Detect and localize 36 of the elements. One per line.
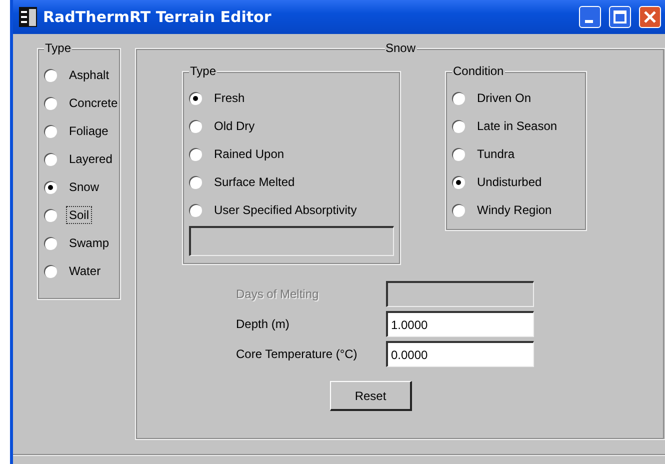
radio-option[interactable]: Asphalt (44, 61, 112, 89)
radio-option[interactable]: Soil (44, 201, 92, 229)
radio-option[interactable]: Fresh (189, 84, 248, 112)
minimize-icon (584, 20, 592, 22)
group-title: Condition (452, 64, 505, 78)
close-icon (643, 10, 657, 24)
radio-option[interactable]: Rained Upon (189, 140, 288, 168)
maximize-button[interactable] (609, 6, 631, 28)
input-field[interactable]: 1.0000 (386, 311, 534, 337)
radio-option[interactable]: Tundra (452, 140, 518, 168)
radio-option[interactable]: Old Dry (189, 112, 258, 140)
radio-option[interactable]: Swamp (44, 229, 112, 257)
radio-option[interactable]: Foliage (44, 117, 112, 145)
app-icon (19, 7, 37, 27)
radio-option[interactable]: Water (44, 257, 104, 285)
reset-button[interactable]: Reset (330, 381, 412, 411)
close-button[interactable] (639, 6, 661, 28)
radio-option[interactable]: Undisturbed (452, 168, 545, 196)
radio-option[interactable]: Windy Region (452, 196, 555, 224)
field-label: Depth (m) (236, 317, 290, 331)
group-title: Type (44, 41, 72, 55)
radio-option[interactable]: Driven On (452, 84, 534, 112)
group-title: Type (189, 64, 218, 78)
radio-option[interactable]: Late in Season (452, 112, 560, 140)
radio-option[interactable]: Surface Melted (189, 168, 298, 196)
group-title: Snow (384, 41, 417, 55)
radio-option[interactable]: Snow (44, 173, 102, 201)
radio-option[interactable]: Layered (44, 145, 116, 173)
field-label: Days of Melting (236, 287, 320, 301)
radio-option[interactable]: User Specified Absorptivity (189, 196, 360, 224)
input-field[interactable]: 0.0000 (386, 341, 534, 367)
radio-option[interactable]: Concrete (44, 89, 121, 117)
field-label: Core Temperature (°C) (236, 347, 358, 361)
minimize-button[interactable] (579, 6, 601, 28)
window-title: RadThermRT Terrain Editor (43, 8, 272, 26)
maximize-icon (613, 10, 627, 24)
